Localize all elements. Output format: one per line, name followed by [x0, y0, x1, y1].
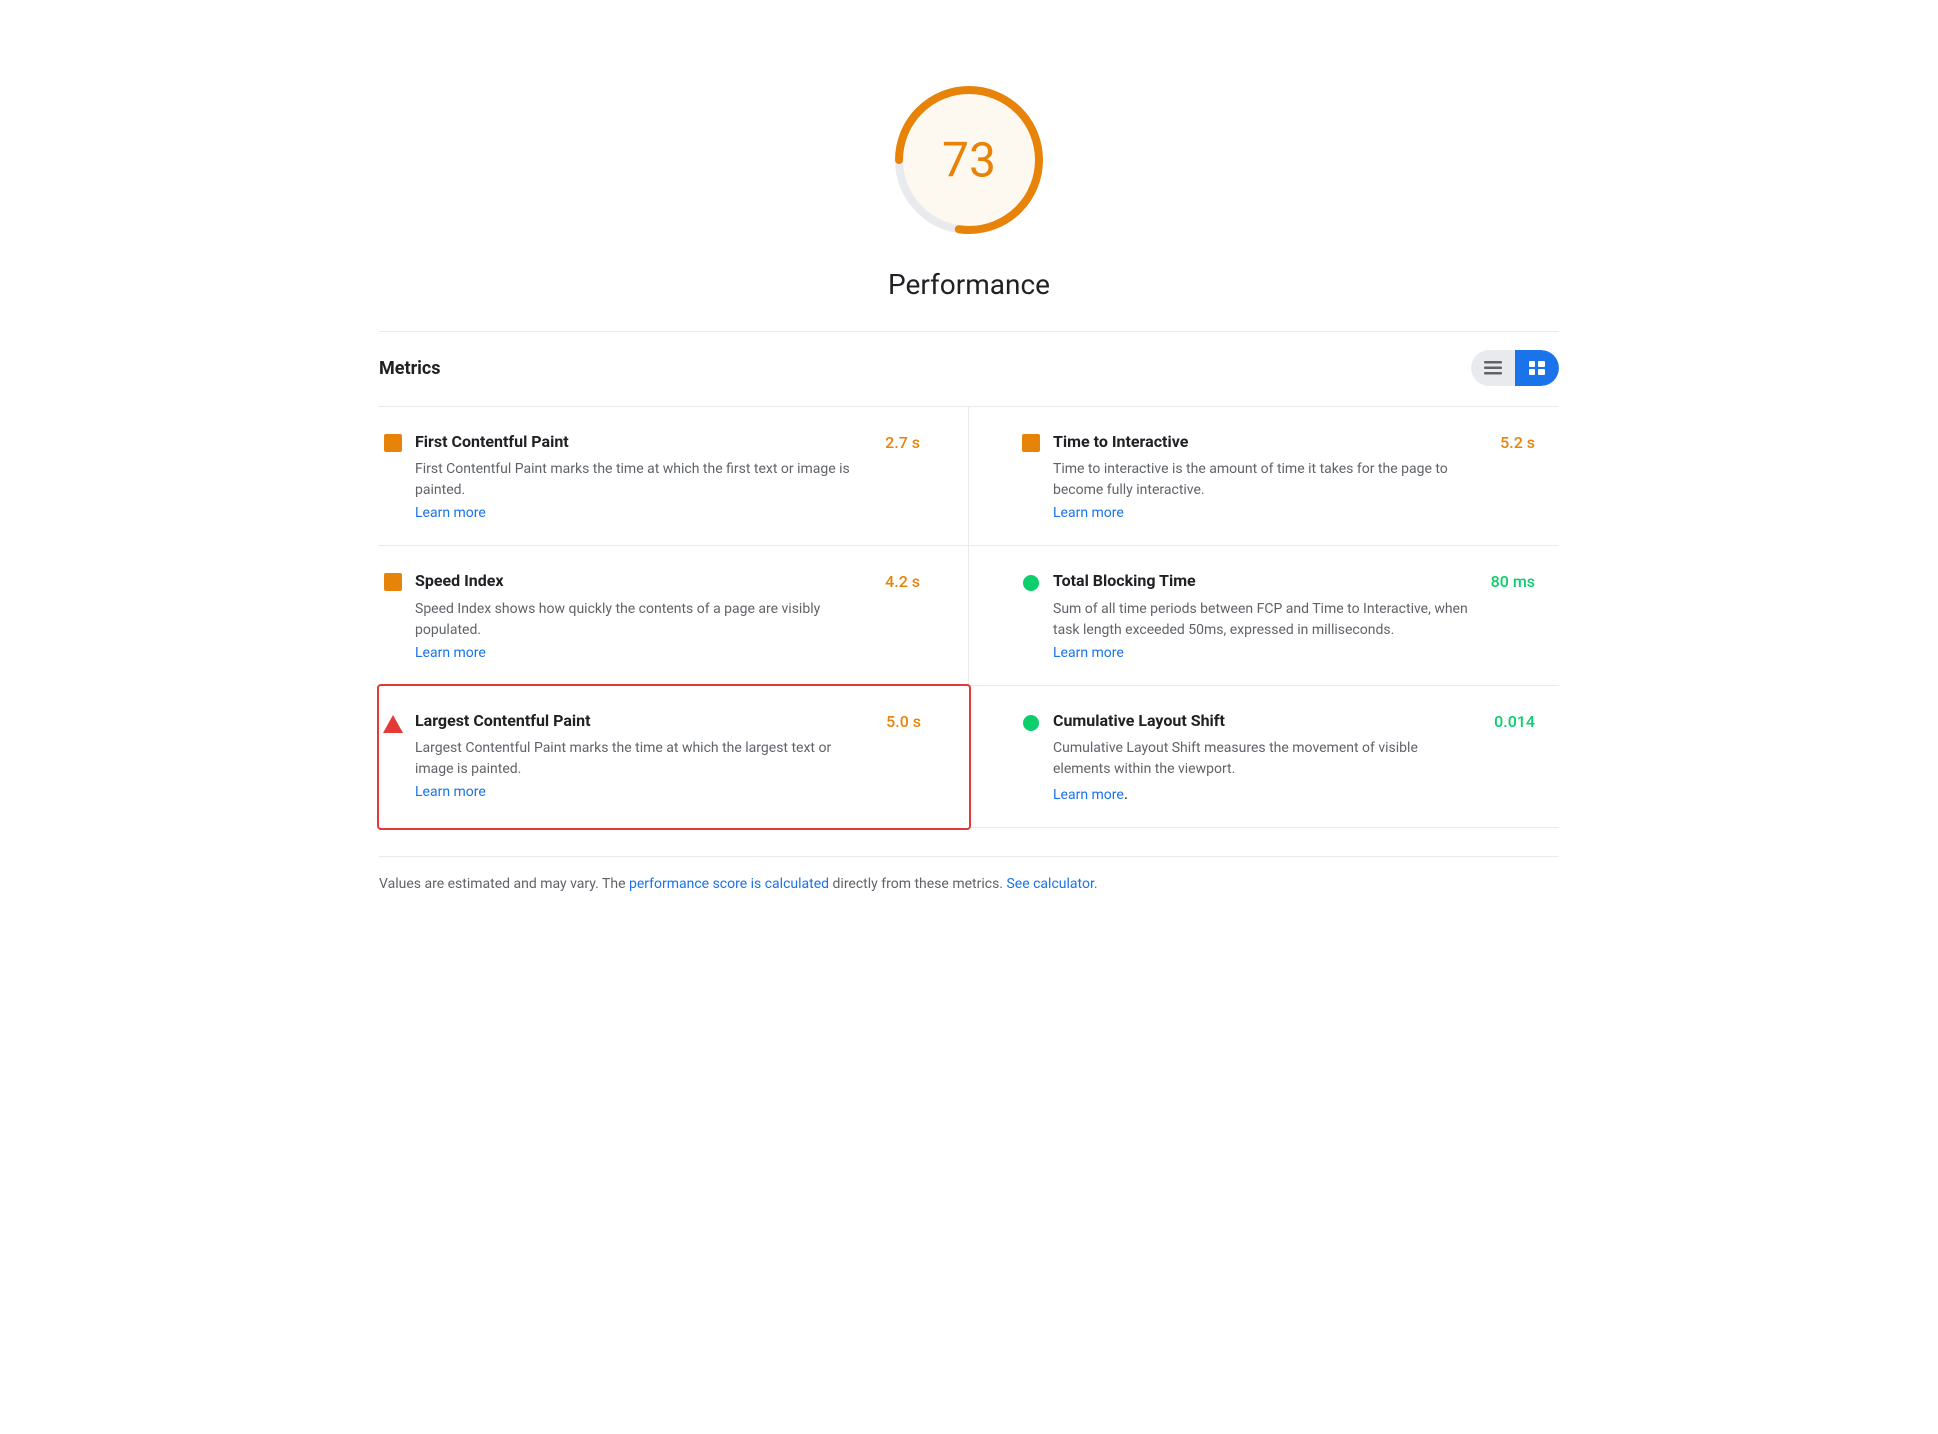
metrics-grid: First Contentful Paint First Contentful …: [379, 406, 1559, 828]
cls-value: 0.014: [1482, 710, 1535, 731]
si-desc: Speed Index shows how quickly the conten…: [415, 599, 865, 641]
metric-tbt: Total Blocking Time Sum of all time peri…: [969, 546, 1559, 685]
fcp-content: First Contentful Paint First Contentful …: [415, 431, 865, 521]
tti-value: 5.2 s: [1488, 431, 1535, 452]
metrics-title: Metrics: [379, 358, 441, 379]
tti-content: Time to Interactive Time to interactive …: [1053, 431, 1480, 521]
metric-fcp: First Contentful Paint First Contentful …: [379, 407, 969, 546]
metric-lcp: Largest Contentful Paint Largest Content…: [377, 684, 971, 830]
lcp-value: 5.0 s: [874, 710, 921, 731]
metric-cls: Cumulative Layout Shift Cumulative Layou…: [969, 686, 1559, 828]
tbt-desc: Sum of all time periods between FCP and …: [1053, 599, 1471, 641]
fcp-desc: First Contentful Paint marks the time at…: [415, 459, 865, 501]
fcp-learn-more[interactable]: Learn more: [415, 505, 865, 521]
lcp-content: Largest Contentful Paint Largest Content…: [415, 710, 866, 800]
tbt-content: Total Blocking Time Sum of all time peri…: [1053, 570, 1471, 660]
footer-middle: directly from these metrics.: [829, 876, 1006, 892]
cls-icon: [1017, 713, 1045, 731]
fcp-icon: [379, 434, 407, 452]
footer-link-see-calculator[interactable]: See calculator.: [1006, 876, 1097, 892]
si-learn-more[interactable]: Learn more: [415, 645, 865, 661]
fcp-value: 2.7 s: [873, 431, 920, 452]
lcp-learn-more[interactable]: Learn more: [415, 784, 866, 800]
score-section: 73 Performance: [379, 40, 1559, 331]
si-value: 4.2 s: [873, 570, 920, 591]
tbt-name: Total Blocking Time: [1053, 570, 1471, 592]
tbt-icon: [1017, 573, 1045, 591]
lcp-desc: Largest Contentful Paint marks the time …: [415, 738, 866, 780]
score-value: 73: [942, 132, 996, 189]
si-name: Speed Index: [415, 570, 865, 592]
tti-desc: Time to interactive is the amount of tim…: [1053, 459, 1480, 501]
footer-note: Values are estimated and may vary. The p…: [379, 856, 1559, 895]
tti-name: Time to Interactive: [1053, 431, 1480, 453]
si-icon: [379, 573, 407, 591]
list-view-button[interactable]: [1471, 350, 1515, 386]
grid-view-button[interactable]: [1515, 350, 1559, 386]
view-toggle: [1471, 350, 1559, 386]
cls-learn-more[interactable]: Learn more: [1053, 787, 1124, 803]
score-gauge: 73: [889, 80, 1049, 240]
si-content: Speed Index Speed Index shows how quickl…: [415, 570, 865, 660]
metrics-header: Metrics: [379, 331, 1559, 402]
tti-icon: [1017, 434, 1045, 452]
cls-name: Cumulative Layout Shift: [1053, 710, 1474, 732]
lcp-name: Largest Contentful Paint: [415, 710, 866, 732]
tbt-learn-more[interactable]: Learn more: [1053, 645, 1471, 661]
metric-si: Speed Index Speed Index shows how quickl…: [379, 546, 969, 685]
tbt-value: 80 ms: [1479, 570, 1535, 591]
lcp-icon: [379, 713, 407, 733]
fcp-name: First Contentful Paint: [415, 431, 865, 453]
score-label: Performance: [888, 268, 1050, 301]
metric-tti: Time to Interactive Time to interactive …: [969, 407, 1559, 546]
cls-desc-end: Learn more.: [1053, 784, 1474, 803]
cls-desc: Cumulative Layout Shift measures the mov…: [1053, 738, 1474, 780]
tti-learn-more[interactable]: Learn more: [1053, 505, 1480, 521]
footer-link-calculator[interactable]: performance score is calculated: [629, 876, 829, 892]
cls-content: Cumulative Layout Shift Cumulative Layou…: [1053, 710, 1474, 803]
footer-prefix: Values are estimated and may vary. The: [379, 876, 629, 892]
